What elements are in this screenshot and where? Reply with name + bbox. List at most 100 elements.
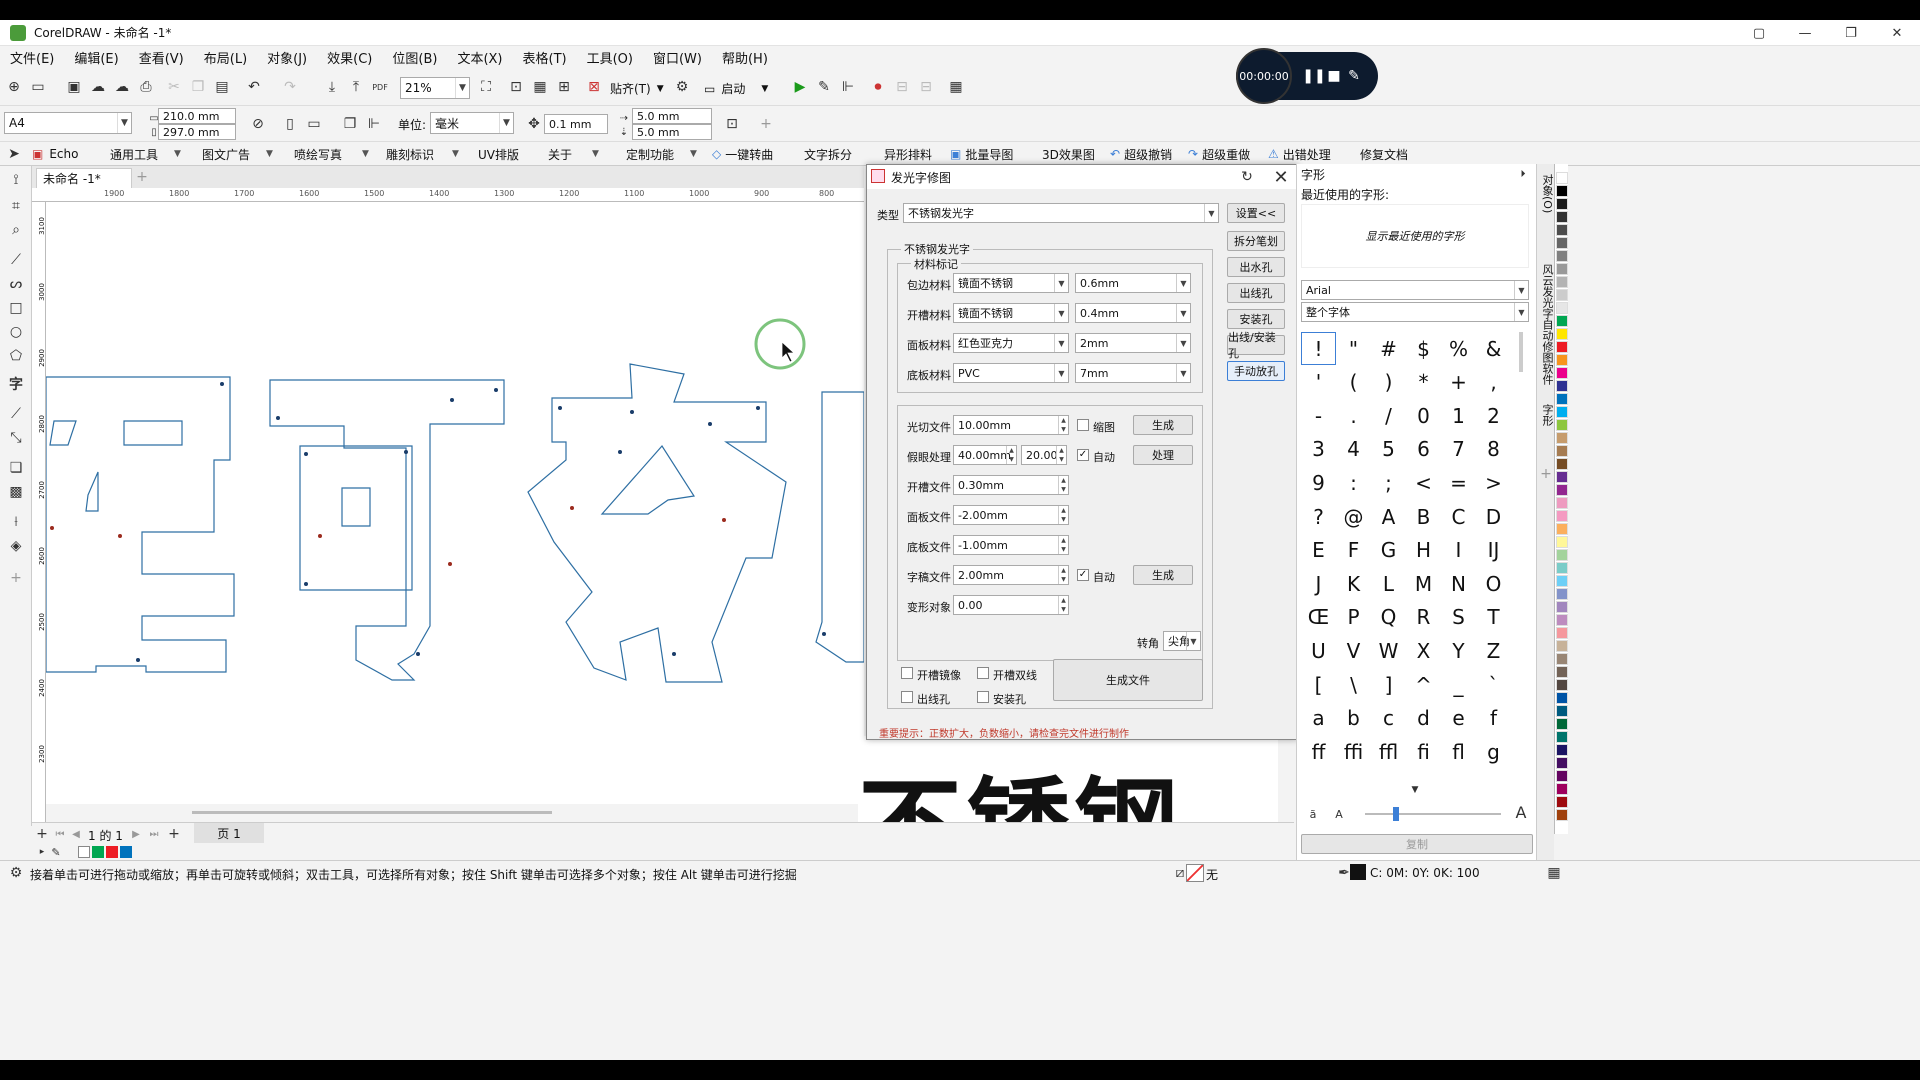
page-width-input[interactable]: 210.0 mm [158,108,236,124]
palette-swatch[interactable] [1556,393,1568,405]
glyph-cell[interactable]: Q [1371,601,1406,634]
grid-icon[interactable]: ▦ [530,77,550,97]
zoom-tool-icon[interactable]: ⌕ [6,220,26,240]
glyph-cell[interactable]: ! [1301,332,1336,365]
fill-tool-icon[interactable]: ◈ [6,536,26,556]
glyph-cell[interactable]: O [1476,567,1511,600]
palette-swatch[interactable] [1556,562,1568,574]
palette-swatch[interactable] [1556,458,1568,470]
palette-swatch[interactable] [1556,653,1568,665]
plugin-batch-export[interactable]: ▣ 批量导图 [950,145,1013,163]
glyph-size-slider-thumb[interactable] [1393,807,1399,821]
rulers-icon[interactable]: ⊡ [506,77,526,97]
palette-swatch[interactable] [1556,744,1568,756]
glyph-size-slider[interactable] [1365,813,1501,815]
plugin-repair-doc[interactable]: 修复文档 [1360,145,1408,163]
glyph-cell[interactable]: U [1301,634,1336,667]
glyph-cell[interactable]: @ [1336,500,1371,533]
horizontal-scrollbar[interactable] [192,811,552,814]
glyph-cell[interactable]: Y [1441,634,1476,667]
palette-swatch[interactable] [1556,549,1568,561]
settings-gear-icon[interactable]: ⚙ [6,863,26,883]
groove-material-select[interactable]: 镜面不锈钢 ▼ [953,303,1069,323]
landscape-icon[interactable]: ▭ [304,114,324,134]
glyph-cell[interactable]: b [1336,702,1371,735]
mount-hole-button[interactable]: 安装孔 [1227,309,1285,329]
edge-material-select[interactable]: 镜面不锈钢 ▼ [953,273,1069,293]
palette-swatch[interactable] [1556,536,1568,548]
laser-cut-input[interactable]: 10.00mm ▲ ▼ [953,415,1069,435]
palette-swatch[interactable] [1556,640,1568,652]
palette-swatch[interactable] [1556,575,1568,587]
macro-stop-icon[interactable]: ⊟ [916,77,936,97]
palette-swatch[interactable] [1556,224,1568,236]
palette-swatch[interactable] [1556,666,1568,678]
launch-menu[interactable]: ▭ 启动 ▼ [704,80,768,97]
palette-swatch[interactable] [1556,341,1568,353]
snap-icon[interactable]: ⊠ [584,77,604,97]
document-tab[interactable]: 未命名 -1* [36,168,132,188]
new-document-icon[interactable]: ⊕ [4,77,24,97]
glyph-cell[interactable]: B [1406,500,1441,533]
palette-swatch[interactable] [1556,757,1568,769]
palette-swatch[interactable] [1556,588,1568,600]
palette-swatch[interactable] [1556,510,1568,522]
macro-edit-icon[interactable]: ✎ [814,77,834,97]
false-eye-input[interactable]: 40.00mm ▲ ▼ [953,445,1017,465]
glyph-cell[interactable]: fi [1406,735,1441,768]
next-page-icon[interactable]: ▶ [126,824,146,844]
plugin-super-undo[interactable]: ↶ 超级撤销 [1110,145,1172,163]
full-screen-icon[interactable]: ⛶ [476,77,496,97]
palette-swatch[interactable] [1556,432,1568,444]
plugin-convert-curves[interactable]: ◇ 一键转曲 [712,145,773,163]
glyph-cell[interactable]: R [1406,601,1441,634]
glyph-cell[interactable]: = [1441,466,1476,499]
face-thickness-select[interactable]: 2mm ▼ [1075,333,1191,353]
minimize-button[interactable]: — [1782,20,1828,46]
duplicate-x-input[interactable]: 5.0 mm [632,108,712,124]
font-select[interactable]: Arial ▼ [1301,280,1529,300]
glyph-cell[interactable]: E [1301,534,1336,567]
glyph-cell[interactable]: 8 [1476,433,1511,466]
wire-hole-button[interactable]: 出线孔 [1227,283,1285,303]
palette-swatch[interactable] [1556,328,1568,340]
palette-swatch[interactable] [1556,445,1568,457]
glyph-cell[interactable]: 4 [1336,433,1371,466]
glyph-cell[interactable]: ] [1371,668,1406,701]
refresh-icon[interactable]: ↻ [1237,167,1257,187]
pen-annotate-icon[interactable]: ✎ [1344,66,1364,86]
eyedropper-icon[interactable]: ✎ [46,842,66,862]
palette-swatch[interactable] [1556,211,1568,223]
cut-icon[interactable]: ✂ [164,77,184,97]
glyph-cell[interactable]: 6 [1406,433,1441,466]
run-macro-icon[interactable]: ▶ [790,77,810,97]
deform-input[interactable]: 0.00 ▲ ▼ [953,595,1069,615]
connector-tool-icon[interactable]: ⤡ [6,428,26,448]
glyph-cell[interactable]: ? [1301,500,1336,533]
options-gear-icon[interactable]: ⚙ [672,77,692,97]
glyph-outlines[interactable] [46,202,864,804]
open-folder-icon[interactable]: ▭ [28,77,48,97]
menu-edit[interactable]: 编辑(E) [74,48,118,67]
glyph-cell[interactable]: / [1371,399,1406,432]
glyph-cell[interactable]: " [1336,332,1371,365]
swatch-red[interactable] [106,846,118,858]
drawing-canvas[interactable] [46,202,864,804]
swatch-green[interactable] [92,846,104,858]
all-pages-icon[interactable]: ❐ [340,114,360,134]
plugin-general-tools[interactable]: 通用工具 ▼ [110,145,181,163]
save-icon[interactable]: ▣ [64,77,84,97]
wire-mount-hole-button[interactable]: 出线/安装孔 [1227,331,1285,360]
docker-tab-objects[interactable]: 对象(O) [1539,174,1555,213]
plugin-error-handling[interactable]: ⚠ 出错处理 [1268,145,1331,163]
plugin-text-split[interactable]: 文字拆分 [804,145,852,163]
new-tab-icon[interactable]: + [132,167,152,187]
palette-swatch[interactable] [1556,380,1568,392]
cloud-upload-icon[interactable]: ☁ [112,77,132,97]
ellipse-tool-icon[interactable]: ○ [6,322,26,342]
transparency-tool-icon[interactable]: ▩ [6,482,26,502]
glyph-cell[interactable]: T [1476,601,1511,634]
glyph-cell[interactable]: L [1371,567,1406,600]
glyph-cell[interactable]: c [1371,702,1406,735]
glyph-cell[interactable]: < [1406,466,1441,499]
